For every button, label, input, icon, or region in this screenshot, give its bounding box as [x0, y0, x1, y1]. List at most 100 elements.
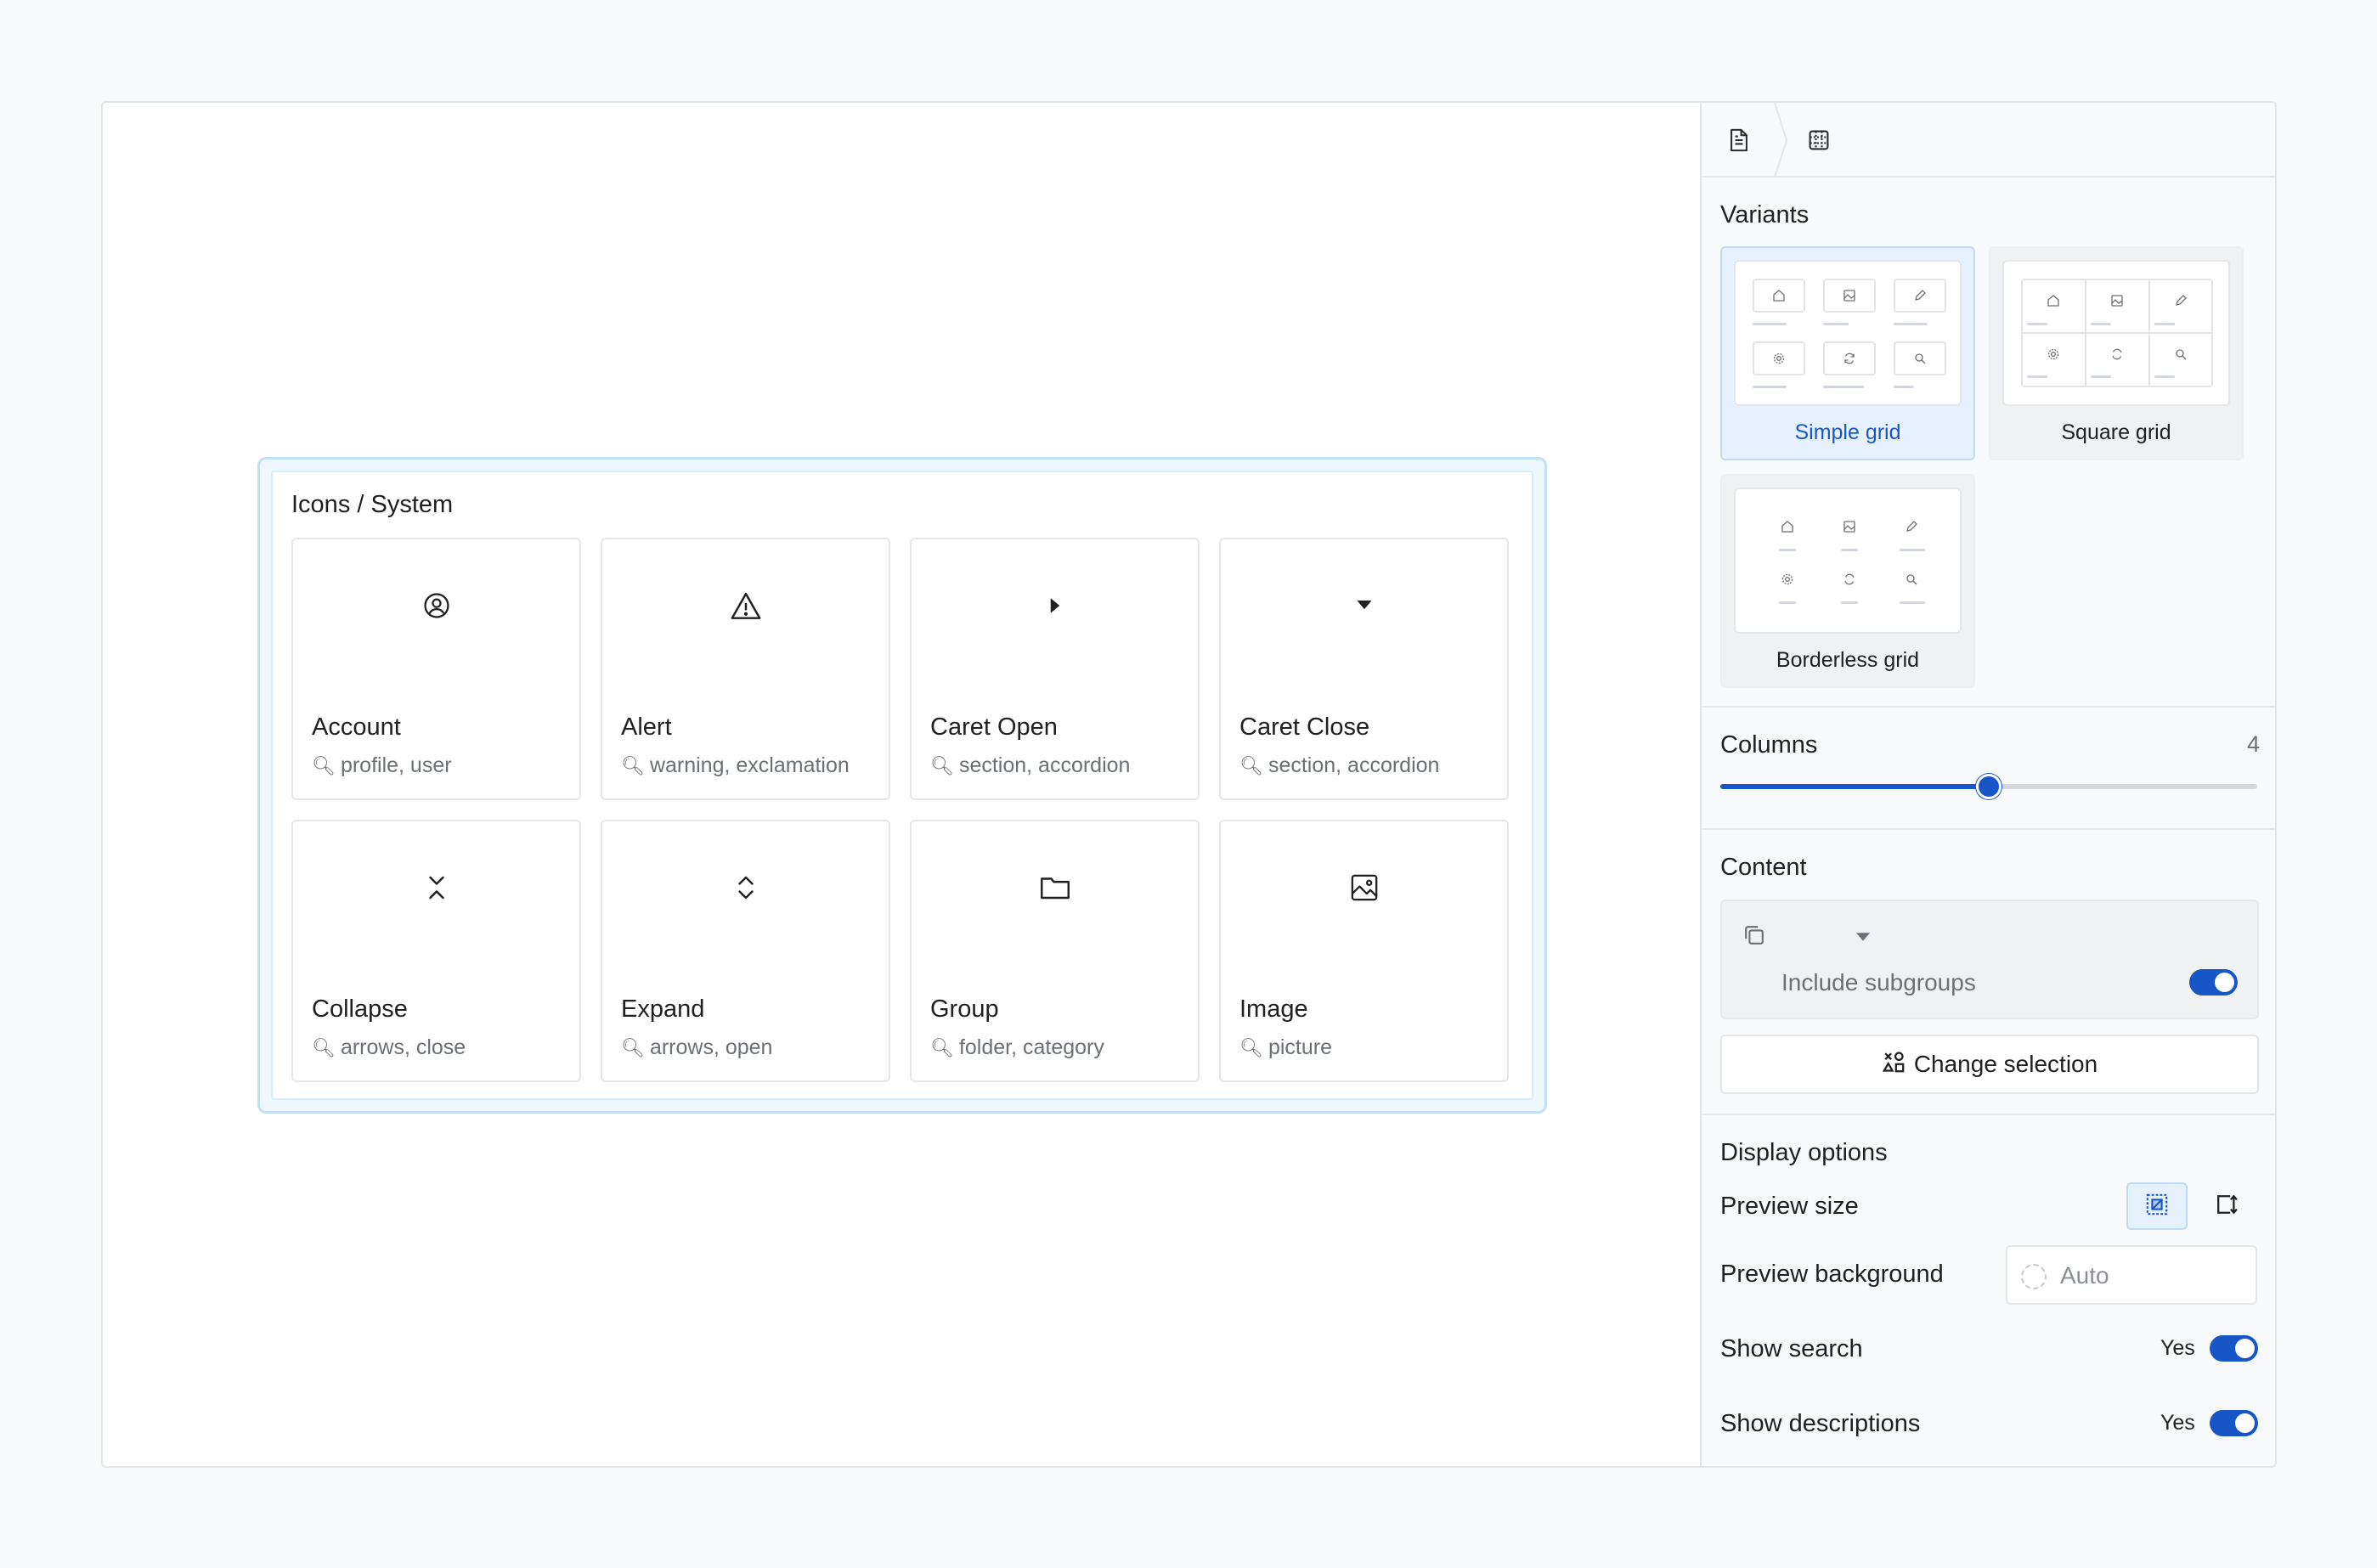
image-icon: [1823, 279, 1876, 313]
icon-grid: Account 🔍︎ profile, user Alert 🔍︎ warning,…: [291, 538, 1513, 1082]
show-descriptions-value: Yes: [2160, 1411, 2195, 1435]
variant-thumbnail: [2002, 260, 2230, 406]
columns-slider[interactable]: [1720, 774, 2257, 799]
document-icon[interactable]: [1724, 125, 1754, 155]
refresh-icon: [1823, 562, 1876, 596]
label-line: [2154, 375, 2175, 378]
icon-tile-image[interactable]: Image 🔍︎ picture: [1219, 820, 1509, 1082]
image-icon: [1823, 510, 1876, 544]
breadcrumb-separator: [1774, 103, 1788, 178]
icon-tile-caret-close[interactable]: Caret Close 🔍︎ section, accordion: [1219, 538, 1509, 800]
label-line: [2027, 323, 2047, 325]
show-search-toggle[interactable]: [2210, 1335, 2258, 1362]
editor-canvas: Icons / System Account 🔍︎profile, user: [103, 103, 1700, 1466]
search-icon: [1894, 341, 1946, 375]
resize-icon: [2215, 1193, 2239, 1221]
icon-tile-caret-open[interactable]: Caret Open 🔍︎ section, accordion: [910, 538, 1200, 800]
icon-grid-block-inner: Icons / System Account 🔍︎profile, user: [271, 471, 1533, 1100]
tile-desc: 🔍︎ section, accordion: [1239, 753, 1440, 777]
variant-square-grid[interactable]: Square grid: [1989, 246, 2244, 460]
preview-size-auto-button[interactable]: [2196, 1182, 2257, 1230]
icon-tile-account[interactable]: Account 🔍︎ profile, user: [291, 538, 581, 800]
show-descriptions-toggle[interactable]: [2210, 1410, 2258, 1436]
label-line: [1779, 601, 1796, 604]
preview-background-input[interactable]: Auto: [2006, 1245, 2257, 1305]
caret-down-icon: [1347, 589, 1381, 623]
tile-name: Alert: [621, 713, 672, 741]
color-swatch[interactable]: [2021, 1264, 2047, 1289]
image-icon: [1347, 871, 1381, 905]
label-line: [2027, 375, 2047, 378]
folder-icon: [1038, 871, 1072, 905]
tile-desc: 🔍︎ warning, exclamation: [621, 753, 850, 777]
collapse-icon: [420, 871, 454, 905]
columns-value: 4: [2246, 731, 2260, 757]
variant-simple-grid[interactable]: Simple grid: [1720, 246, 1975, 460]
tile-name: Expand: [621, 996, 705, 1023]
label-line: [1823, 386, 1864, 388]
slider-fill: [1720, 784, 1989, 789]
label-line: [2091, 375, 2111, 378]
shapes-icon: [1882, 1050, 1906, 1080]
copy-icon: [1742, 923, 1766, 951]
label-line: [2091, 323, 2111, 325]
preview-size-label: Preview size: [1720, 1193, 1859, 1220]
variant-label: Borderless grid: [1776, 648, 1920, 672]
icon-tile-group[interactable]: Group 🔍︎ folder, category: [910, 820, 1200, 1082]
grid-block-icon[interactable]: [1804, 125, 1834, 155]
label-line: [1779, 549, 1796, 551]
icon-grid-block[interactable]: Icons / System Account 🔍︎profile, user: [257, 457, 1547, 1114]
show-descriptions-label: Show descriptions: [1720, 1410, 1921, 1437]
pen-icon: [2154, 284, 2207, 318]
alert-triangle-icon: [729, 589, 763, 623]
gear-icon: [1753, 341, 1805, 375]
icon-tile-alert[interactable]: Alert 🔍︎ warning, exclamation: [601, 538, 890, 800]
tile-desc: 🔍︎ folder, category: [930, 1035, 1104, 1059]
block-title: Icons / System: [291, 491, 454, 518]
account-circle-icon: [420, 589, 454, 623]
pen-icon: [1885, 510, 1938, 544]
label-line: [1823, 323, 1849, 325]
content-source-box: Include subgroups: [1720, 900, 2259, 1019]
search-icon: 🔍︎: [930, 1036, 954, 1058]
icon-tile-expand[interactable]: Expand 🔍︎ arrows, open: [601, 820, 890, 1082]
label-line: [1894, 323, 1928, 325]
content-label: Content: [1720, 854, 1807, 881]
change-selection-button[interactable]: Change selection: [1720, 1035, 2259, 1094]
label-line: [1841, 549, 1858, 551]
variants-label: Variants: [1720, 201, 1810, 228]
tile-desc: 🔍︎ section, accordion: [930, 753, 1131, 777]
refresh-icon: [1823, 341, 1876, 375]
image-icon: [2091, 284, 2143, 318]
home-icon: [1761, 510, 1814, 544]
show-search-label: Show search: [1720, 1335, 1863, 1362]
refresh-icon: [2091, 337, 2143, 371]
label-line: [1900, 549, 1925, 551]
slider-handle[interactable]: [1976, 774, 2002, 799]
preview-background-value: Auto: [2060, 1262, 2109, 1289]
preview-size-fixed-button[interactable]: [2126, 1182, 2188, 1230]
chevron-down-icon[interactable]: [1856, 930, 1870, 945]
expand-icon: [729, 871, 763, 905]
tile-desc: 🔍︎ arrows, close: [312, 1035, 466, 1059]
label-line: [1841, 601, 1858, 604]
home-icon: [2027, 284, 2080, 318]
tile-desc: 🔍︎ arrows, open: [621, 1035, 773, 1059]
section-divider: [1702, 828, 2275, 830]
variant-borderless-grid[interactable]: Borderless grid: [1720, 474, 1975, 688]
search-icon: 🔍︎: [621, 754, 645, 776]
tile-name: Caret Close: [1239, 713, 1370, 741]
gear-icon: [1761, 562, 1814, 596]
tile-name: Group: [930, 996, 999, 1023]
grid-line: [2021, 332, 2213, 334]
app-window: Icons / System Account 🔍︎profile, user: [101, 101, 2277, 1468]
label-line: [1753, 323, 1787, 325]
search-icon: 🔍︎: [1239, 1036, 1263, 1058]
icon-tile-collapse[interactable]: Collapse 🔍︎ arrows, close: [291, 820, 581, 1082]
include-subgroups-toggle[interactable]: [2189, 969, 2238, 996]
search-icon: [1885, 562, 1938, 596]
pen-icon: [1894, 279, 1946, 313]
tile-desc: 🔍︎ picture: [1239, 1035, 1332, 1059]
label-line: [1753, 386, 1787, 388]
gear-icon: [2027, 337, 2080, 371]
